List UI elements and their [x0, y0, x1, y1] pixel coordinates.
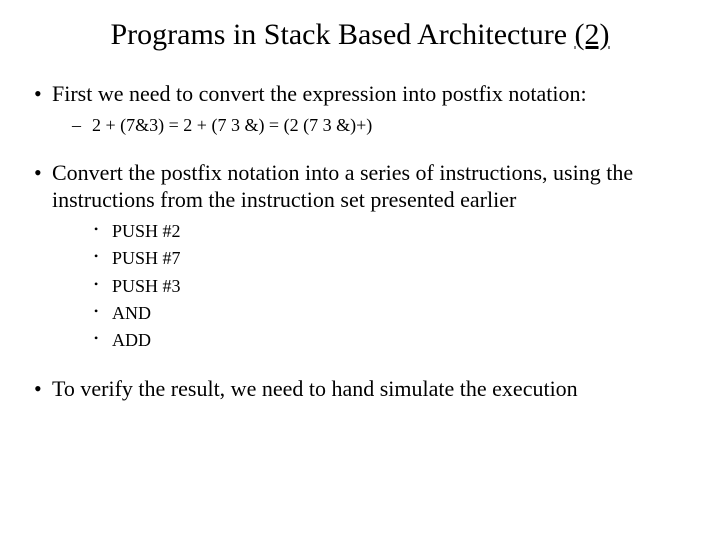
instruction-item: ADD: [52, 329, 690, 352]
instruction-text: PUSH #7: [112, 248, 181, 268]
slide: Programs in Stack Based Architecture (2)…: [0, 0, 720, 540]
bullet-list: First we need to convert the expression …: [30, 80, 690, 402]
bullet-item: Convert the postfix notation into a seri…: [30, 159, 690, 353]
bullet-text: First we need to convert the expression …: [52, 81, 587, 106]
instruction-text: PUSH #2: [112, 221, 181, 241]
instruction-text: ADD: [112, 330, 151, 350]
instruction-item: PUSH #3: [52, 275, 690, 298]
instruction-text: AND: [112, 303, 151, 323]
instruction-item: PUSH #2: [52, 220, 690, 243]
slide-title: Programs in Stack Based Architecture (2): [30, 18, 690, 52]
sub-bullet-list: PUSH #2 PUSH #7 PUSH #3 AND ADD: [52, 220, 690, 353]
bullet-item: First we need to convert the expression …: [30, 80, 690, 137]
instruction-item: AND: [52, 302, 690, 325]
instruction-text: PUSH #3: [112, 276, 181, 296]
bullet-item: To verify the result, we need to hand si…: [30, 375, 690, 403]
title-text-plain: Programs in Stack Based Architecture: [110, 18, 574, 51]
title-text-underlined: (2): [575, 18, 610, 51]
bullet-text: Convert the postfix notation into a seri…: [52, 160, 633, 213]
sub-bullet-item: 2 + (7&3) = 2 + (7 3 &) = (2 (7 3 &)+): [52, 114, 690, 137]
bullet-text: To verify the result, we need to hand si…: [52, 376, 578, 401]
sub-bullet-list: 2 + (7&3) = 2 + (7 3 &) = (2 (7 3 &)+): [52, 114, 690, 137]
instruction-item: PUSH #7: [52, 247, 690, 270]
sub-bullet-text: 2 + (7&3) = 2 + (7 3 &) = (2 (7 3 &)+): [92, 115, 372, 135]
